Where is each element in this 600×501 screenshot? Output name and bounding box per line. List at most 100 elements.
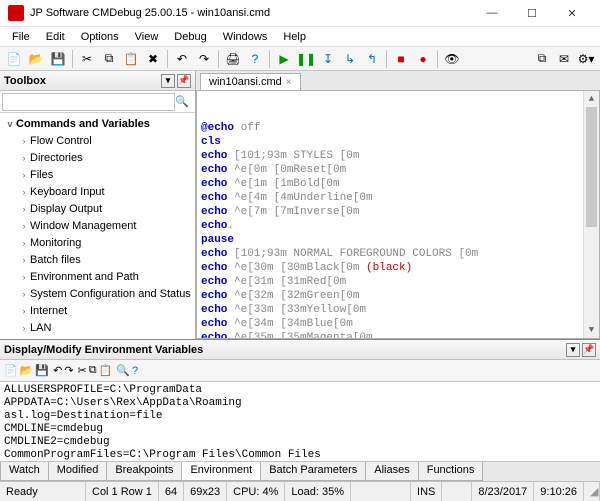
code-line: echo ^e[1m [1mBold[0m	[201, 177, 595, 191]
menu-help[interactable]: Help	[275, 29, 314, 45]
env-copy-icon[interactable]: ⧉	[89, 364, 97, 377]
bottom-tab-environment[interactable]: Environment	[181, 462, 261, 481]
open-file-icon[interactable]: 📂	[26, 49, 46, 69]
tree-item[interactable]: ›LAN	[0, 319, 195, 336]
copy-icon[interactable]: ⧉	[99, 49, 119, 69]
bottom-tab-watch[interactable]: Watch	[0, 462, 49, 481]
save-icon[interactable]: 💾	[48, 49, 68, 69]
expand-icon[interactable]: ›	[18, 187, 30, 197]
status-position: Col 1 Row 1	[86, 482, 159, 501]
env-cut-icon[interactable]: ✂	[78, 364, 87, 377]
main-area: Toolbox ▾ 📌 🔍 vCommands and Variables›Fl…	[0, 71, 600, 339]
expand-icon[interactable]: ›	[18, 204, 30, 214]
tree-item[interactable]: ›Monitoring	[0, 234, 195, 251]
status-ready: Ready	[0, 482, 86, 501]
menubar: FileEditOptionsViewDebugWindowsHelp	[0, 27, 600, 47]
code-editor[interactable]: @echo offclsecho [101;93m STYLES [0mecho…	[196, 91, 600, 339]
help-icon[interactable]: ?	[245, 49, 265, 69]
titlebar: JP Software CMDebug 25.00.15 - win10ansi…	[0, 0, 600, 27]
expand-icon[interactable]: ›	[18, 323, 30, 333]
bottom-tab-aliases[interactable]: Aliases	[365, 462, 418, 481]
editor-tab[interactable]: win10ansi.cmd ×	[200, 73, 301, 90]
expand-icon[interactable]: ›	[18, 289, 30, 299]
toolbox-search-input[interactable]	[2, 93, 175, 111]
menu-file[interactable]: File	[4, 29, 38, 45]
bottom-tab-breakpoints[interactable]: Breakpoints	[106, 462, 182, 481]
step-into-icon[interactable]: ↳	[340, 49, 360, 69]
scroll-down-icon[interactable]: ▼	[584, 322, 599, 338]
tree-item[interactable]: ›Environment and Path	[0, 268, 195, 285]
new-file-icon[interactable]: 📄	[4, 49, 24, 69]
menu-edit[interactable]: Edit	[38, 29, 73, 45]
env-find-icon[interactable]: 🔍	[116, 364, 130, 377]
env-content[interactable]: ALLUSERSPROFILE=C:\ProgramDataAPPDATA=C:…	[0, 382, 600, 461]
search-icon[interactable]: 🔍	[175, 95, 193, 108]
cut-icon[interactable]: ✂	[77, 49, 97, 69]
tree-item[interactable]: ›Display Output	[0, 200, 195, 217]
env-undo-icon[interactable]: ↶	[53, 364, 62, 377]
tree-item[interactable]: ›Files	[0, 166, 195, 183]
bottom-tab-batch-parameters[interactable]: Batch Parameters	[260, 462, 366, 481]
toolbox-pin-icon[interactable]: 📌	[177, 74, 191, 88]
record-icon[interactable]: ●	[413, 49, 433, 69]
env-help-icon[interactable]: ?	[132, 365, 138, 377]
tree-item[interactable]: ›Directories	[0, 149, 195, 166]
undo-icon[interactable]: ↶	[172, 49, 192, 69]
step-over-icon[interactable]: ↧	[318, 49, 338, 69]
toolbox-tree[interactable]: vCommands and Variables›Flow Control›Dir…	[0, 113, 195, 339]
redo-icon[interactable]: ↷	[194, 49, 214, 69]
windows-icon[interactable]: ⧉	[532, 49, 552, 69]
expand-icon[interactable]: ›	[18, 170, 30, 180]
paste-icon[interactable]: 📋	[121, 49, 141, 69]
tree-item[interactable]: ›Internet	[0, 302, 195, 319]
env-pin-icon[interactable]: 📌	[582, 343, 596, 357]
menu-options[interactable]: Options	[73, 29, 127, 45]
tree-item[interactable]: ›Flow Control	[0, 132, 195, 149]
env-new-icon[interactable]: 📄	[4, 364, 18, 377]
tree-item[interactable]: ›System Configuration and Status	[0, 285, 195, 302]
mail-icon[interactable]: ✉	[554, 49, 574, 69]
expand-icon[interactable]: ›	[18, 272, 30, 282]
toolbox-dropdown-icon[interactable]: ▾	[161, 74, 175, 88]
collapse-icon[interactable]: v	[4, 119, 16, 129]
status-cpu: CPU: 4%	[227, 482, 285, 501]
env-save-icon[interactable]: 💾	[35, 364, 49, 377]
expand-icon[interactable]: ›	[18, 136, 30, 146]
env-line: CMDLINE2=cmdebug	[4, 436, 596, 449]
resize-grip-icon[interactable]: ◢	[584, 482, 600, 501]
settings-icon[interactable]: ⚙▾	[576, 49, 596, 69]
env-dropdown-icon[interactable]: ▾	[566, 343, 580, 357]
print-icon[interactable]: 🖨	[223, 49, 243, 69]
menu-view[interactable]: View	[127, 29, 167, 45]
env-redo-icon[interactable]: ↷	[64, 364, 73, 377]
minimize-button[interactable]: —	[472, 1, 512, 25]
expand-icon[interactable]: ›	[18, 255, 30, 265]
expand-icon[interactable]: ›	[18, 221, 30, 231]
stop-icon[interactable]: ■	[391, 49, 411, 69]
close-tab-icon[interactable]: ×	[286, 77, 292, 88]
pause-icon[interactable]: ❚❚	[296, 49, 316, 69]
bottom-tab-functions[interactable]: Functions	[418, 462, 484, 481]
tree-item[interactable]: ›Keyboard Input	[0, 183, 195, 200]
tree-root[interactable]: vCommands and Variables	[0, 115, 195, 132]
delete-icon[interactable]: ✖	[143, 49, 163, 69]
env-open-icon[interactable]: 📂	[20, 364, 34, 377]
expand-icon[interactable]: ›	[18, 153, 30, 163]
environment-panel: Display/Modify Environment Variables ▾ 📌…	[0, 339, 600, 481]
tree-item[interactable]: ›Batch files	[0, 251, 195, 268]
env-paste-icon[interactable]: 📋	[99, 364, 113, 377]
expand-icon[interactable]: ›	[18, 306, 30, 316]
step-out-icon[interactable]: ↰	[362, 49, 382, 69]
bottom-tab-modified[interactable]: Modified	[48, 462, 108, 481]
watch-icon[interactable]: 👁	[442, 49, 462, 69]
maximize-button[interactable]: ☐	[512, 1, 552, 25]
expand-icon[interactable]: ›	[18, 238, 30, 248]
menu-debug[interactable]: Debug	[166, 29, 214, 45]
editor-scrollbar[interactable]: ▲ ▼	[583, 91, 599, 338]
tree-item[interactable]: ›Window Management	[0, 217, 195, 234]
close-button[interactable]: ✕	[552, 1, 592, 25]
scroll-up-icon[interactable]: ▲	[584, 91, 599, 107]
scroll-thumb[interactable]	[586, 107, 597, 227]
menu-windows[interactable]: Windows	[215, 29, 276, 45]
run-icon[interactable]: ▶	[274, 49, 294, 69]
